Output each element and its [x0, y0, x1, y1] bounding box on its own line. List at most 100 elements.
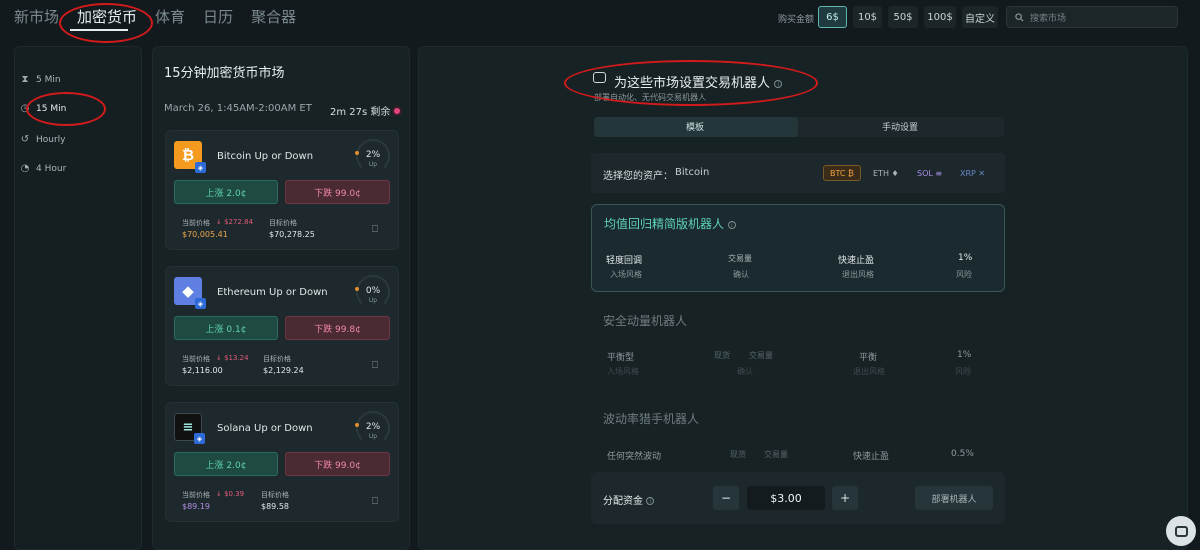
risk-label: 风险	[955, 367, 971, 376]
risk-value: 1%	[957, 350, 972, 360]
nav-calendar[interactable]: 日历	[203, 6, 233, 27]
annotation-circle	[564, 60, 818, 106]
price-change: ↓ $13.24	[216, 354, 249, 362]
bookmark-icon[interactable]: ⎕	[372, 360, 378, 371]
buy-down-button[interactable]: 下跌 99.0¢	[285, 180, 390, 204]
asset-label: 选择您的资产：	[603, 171, 673, 182]
strategy-title: 波动率猎手机器人	[603, 412, 700, 426]
bookmark-icon[interactable]: ⎕	[372, 224, 378, 235]
deploy-bot-button[interactable]: 部署机器人	[915, 486, 993, 510]
exit-style-label: 退出风格	[842, 270, 874, 279]
nav-sports[interactable]: 体育	[155, 6, 185, 27]
search-input[interactable]: 搜索市场	[1030, 11, 1066, 24]
probability-gauge: 0% Up	[355, 275, 390, 309]
increase-button[interactable]: +	[832, 486, 858, 510]
info-icon[interactable]: i	[727, 220, 736, 229]
entry-style-value: 平衡型	[607, 353, 635, 363]
entry-style-value: 轻度回调	[606, 256, 643, 266]
sidebar-item-label: 5 Min	[36, 74, 61, 85]
strategy-card-mean-reversion[interactable]: 均值回归精简版机器人 i 轻度回调 入场风格 交易量 确认 快速止盈 退出风格 …	[591, 204, 1005, 292]
tab-manual[interactable]: 手动设置	[882, 120, 918, 133]
asset-chip-xrp[interactable]: XRP ✕	[954, 165, 991, 181]
history-icon: ↺	[20, 134, 30, 145]
sidebar-item-4hour[interactable]: ◔ 4 Hour	[20, 163, 67, 174]
annotation-circle	[26, 92, 106, 126]
allocation-bar: 分配资金 i − $3.00 + 部署机器人	[591, 472, 1005, 524]
strategy-title: 均值回归精简版机器人 i	[604, 215, 736, 232]
card-title: Bitcoin Up or Down	[217, 151, 314, 162]
tab-template[interactable]: 模板	[686, 120, 704, 133]
spot-value: 现货	[714, 351, 730, 360]
asset-selector: 选择您的资产： Bitcoin BTC ₿ ETH ♦ SOL ≡ XRP ✕	[591, 153, 1005, 193]
amount-10-button[interactable]: 10$	[853, 6, 882, 28]
sidebar-item-5min[interactable]: ⧗ 5 Min	[20, 74, 61, 85]
amount-input[interactable]: $3.00	[747, 486, 825, 510]
allocate-label: 分配资金 i	[603, 492, 655, 507]
asset-chip-eth[interactable]: ETH ♦	[867, 165, 905, 181]
buy-up-button[interactable]: 上涨 2.0¢	[174, 180, 278, 204]
chat-icon	[1174, 525, 1188, 537]
nav-new-markets[interactable]: 新市场	[14, 6, 59, 27]
target-price-label: 目标价格	[263, 355, 291, 363]
annotation-circle	[59, 3, 153, 43]
target-price: $89.58	[261, 502, 289, 511]
top-nav: 新市场 加密货币 体育 日历 聚合器	[14, 6, 296, 27]
market-card-bitcoin[interactable]: ₿ ◈ Bitcoin Up or Down 2% Up 上涨 2.0¢ 下跌 99…	[165, 130, 399, 250]
decrease-button[interactable]: −	[713, 486, 739, 510]
chat-support-button[interactable]	[1166, 516, 1196, 546]
gauge-percent: 0%	[365, 286, 381, 296]
confirm-value: 交易量	[764, 450, 788, 459]
target-price-label: 目标价格	[269, 219, 297, 227]
sidebar-item-hourly[interactable]: ↺ Hourly	[20, 134, 66, 145]
current-price: $70,005.41	[182, 230, 228, 239]
buy-down-button[interactable]: 下跌 99.8¢	[285, 316, 390, 340]
gauge-percent: 2%	[365, 422, 381, 432]
target-price: $70,278.25	[269, 230, 315, 239]
exit-style-label: 退出风格	[853, 367, 885, 376]
sidebar-item-label: 4 Hour	[36, 163, 67, 174]
buy-up-button[interactable]: 上涨 0.1¢	[174, 316, 278, 340]
amount-custom-button[interactable]: 自定义	[962, 6, 998, 28]
buy-down-button[interactable]: 下跌 99.0¢	[285, 452, 390, 476]
current-price-label: 当前价格	[182, 355, 210, 363]
current-price-label: 当前价格	[182, 219, 210, 227]
current-price: $2,116.00	[182, 366, 223, 375]
hourglass-icon: ⧗	[21, 74, 29, 85]
strategy-card-volatility-hunter[interactable]: 波动率猎手机器人 任何突然波动 现货 交易量 快速止盈 0.5%	[591, 400, 1005, 470]
info-icon[interactable]: i	[646, 497, 655, 505]
buy-up-button[interactable]: 上涨 2.0¢	[174, 452, 278, 476]
nav-aggregator[interactable]: 聚合器	[251, 6, 296, 27]
amount-50-button[interactable]: 50$	[888, 6, 918, 28]
countdown: 2m 27s 剩余	[330, 103, 401, 118]
entry-style-value: 任何突然波动	[607, 452, 662, 462]
chain-badge-icon: ◈	[195, 298, 206, 309]
risk-value: 0.5%	[951, 449, 974, 459]
bookmark-icon[interactable]: ⎕	[372, 496, 378, 507]
market-card-solana[interactable]: ≡ ◈ Solana Up or Down 2% Up 上涨 2.0¢ 下跌 99.…	[165, 402, 399, 522]
asset-chip-sol[interactable]: SOL ≡	[911, 165, 948, 181]
confirm-value: 交易量	[728, 254, 752, 263]
clock-icon: ◔	[20, 163, 30, 174]
exit-style-value: 平衡	[859, 353, 878, 363]
risk-value: 1%	[958, 253, 973, 263]
amount-6-button[interactable]: 6$	[818, 6, 847, 28]
ethereum-icon: ◆ ◈	[174, 277, 206, 309]
strategy-card-safe-momentum[interactable]: 安全动量机器人 平衡型 入场风格 现货 交易量 确认 平衡 退出风格 1% 风险	[591, 302, 1005, 392]
market-card-ethereum[interactable]: ◆ ◈ Ethereum Up or Down 0% Up 上涨 0.1¢ 下跌 9…	[165, 266, 399, 386]
confirm-label: 确认	[733, 270, 749, 279]
buy-amount-label: 购买金额	[778, 15, 815, 25]
amount-100-button[interactable]: 100$	[924, 6, 956, 28]
exit-style-value: 快速止盈	[853, 452, 890, 462]
target-price: $2,129.24	[263, 366, 304, 375]
asset-chip-btc[interactable]: BTC ₿	[823, 165, 861, 181]
countdown-text: 2m 27s 剩余	[330, 107, 391, 118]
search-bar[interactable]: 搜索市场	[1006, 6, 1178, 28]
confirm-label: 确认	[737, 367, 753, 376]
bitcoin-icon: ₿ ◈	[174, 141, 206, 173]
probability-gauge: 2% Up	[355, 139, 390, 173]
strategy-title: 安全动量机器人	[603, 314, 688, 328]
current-price: $89.19	[182, 502, 210, 511]
gauge-label: Up	[368, 161, 378, 168]
entry-style-label: 入场风格	[607, 367, 639, 376]
price-change: ↓ $272.84	[216, 218, 254, 226]
